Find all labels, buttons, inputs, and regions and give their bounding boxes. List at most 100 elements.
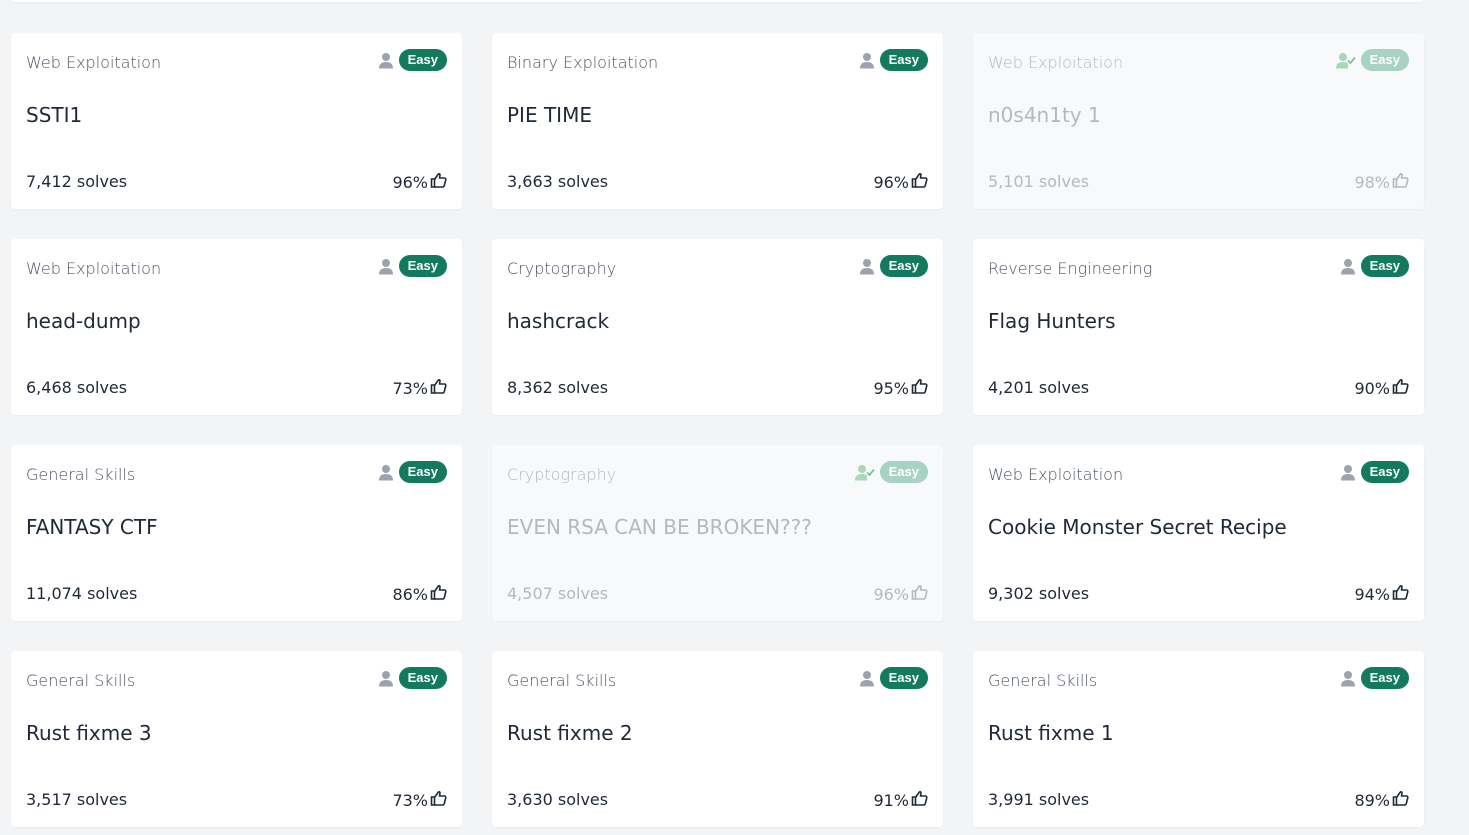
card-header-right: Easy <box>378 49 447 71</box>
thumbs-up-icon <box>1392 378 1409 398</box>
solve-count: 9,302 solves <box>988 584 1090 603</box>
card-header-right: Easy <box>1340 667 1409 689</box>
challenge-card[interactable]: Cryptography Easy hashcrack 8,362 solves… <box>492 239 943 415</box>
challenge-card[interactable]: Reverse Engineering Easy Flag Hunters 4,… <box>973 239 1424 415</box>
rating-percent: 94% <box>1354 584 1390 604</box>
difficulty-badge: Easy <box>879 461 928 483</box>
card-header-right: Easy <box>859 49 928 71</box>
challenge-card[interactable]: General Skills Easy Rust fixme 1 3,991 s… <box>973 651 1424 827</box>
challenge-card[interactable]: Web Exploitation Easy SSTI1 7,412 solves… <box>11 33 462 209</box>
rating: 94% <box>1354 584 1409 604</box>
challenge-title: PIE TIME <box>507 103 592 127</box>
rating: 95% <box>873 378 928 398</box>
rating: 90% <box>1354 378 1409 398</box>
difficulty-badge: Easy <box>398 255 447 277</box>
challenge-category: General Skills <box>26 671 136 690</box>
rating-percent: 98% <box>1354 172 1390 192</box>
user-check-icon <box>1335 52 1356 69</box>
challenge-category: Web Exploitation <box>988 53 1124 72</box>
solve-count: 3,663 solves <box>507 172 609 191</box>
card-header-right: Easy <box>1335 49 1409 71</box>
difficulty-badge: Easy <box>879 667 928 689</box>
rating: 96% <box>392 172 447 192</box>
solve-count: 6,468 solves <box>26 378 128 397</box>
card-header-right: Easy <box>854 461 928 483</box>
user-icon <box>378 670 394 687</box>
challenge-category: General Skills <box>507 671 617 690</box>
user-icon <box>859 258 875 275</box>
difficulty-badge: Easy <box>398 49 447 71</box>
solve-count: 5,101 solves <box>988 172 1090 191</box>
rating: 73% <box>392 790 447 810</box>
challenge-card[interactable]: Web Exploitation Easy head-dump 6,468 so… <box>11 239 462 415</box>
challenge-title: head-dump <box>26 309 141 333</box>
challenge-card[interactable]: Cryptography Easy EVEN RSA CAN BE BROKEN… <box>492 445 943 621</box>
user-icon <box>1340 258 1356 275</box>
user-icon <box>378 52 394 69</box>
challenge-category: General Skills <box>26 465 136 484</box>
rating-percent: 73% <box>392 790 428 810</box>
difficulty-badge: Easy <box>879 49 928 71</box>
rating: 73% <box>392 378 447 398</box>
thumbs-up-icon <box>911 584 928 604</box>
difficulty-badge: Easy <box>398 461 447 483</box>
challenge-title: Flag Hunters <box>988 309 1116 333</box>
solve-count: 4,507 solves <box>507 584 609 603</box>
card-header-right: Easy <box>859 667 928 689</box>
challenge-title: SSTI1 <box>26 103 83 127</box>
solve-count: 11,074 solves <box>26 584 138 603</box>
challenge-card[interactable]: Web Exploitation Easy Cookie Monster Sec… <box>973 445 1424 621</box>
difficulty-badge: Easy <box>879 255 928 277</box>
rating: 98% <box>1354 172 1409 192</box>
challenge-title: EVEN RSA CAN BE BROKEN??? <box>507 515 812 539</box>
challenge-title: n0s4n1ty 1 <box>988 103 1101 127</box>
thumbs-up-icon <box>911 172 928 192</box>
challenge-category: Reverse Engineering <box>988 259 1153 278</box>
solve-count: 4,201 solves <box>988 378 1090 397</box>
challenge-card[interactable]: General Skills Easy Rust fixme 3 3,517 s… <box>11 651 462 827</box>
rating-percent: 73% <box>392 378 428 398</box>
rating-percent: 90% <box>1354 378 1390 398</box>
solve-count: 3,517 solves <box>26 790 128 809</box>
card-header-right: Easy <box>859 255 928 277</box>
card-header-right: Easy <box>378 461 447 483</box>
challenge-title: Rust fixme 1 <box>988 721 1114 745</box>
challenge-title: Cookie Monster Secret Recipe <box>988 515 1287 539</box>
thumbs-up-icon <box>911 790 928 810</box>
challenge-card[interactable]: Binary Exploitation Easy PIE TIME 3,663 … <box>492 33 943 209</box>
thumbs-up-icon <box>430 790 447 810</box>
thumbs-up-icon <box>911 378 928 398</box>
challenge-category: Web Exploitation <box>26 53 162 72</box>
rating-percent: 95% <box>873 378 909 398</box>
rating-percent: 86% <box>392 584 428 604</box>
solve-count: 3,630 solves <box>507 790 609 809</box>
challenge-title: Rust fixme 3 <box>26 721 152 745</box>
rating: 96% <box>873 172 928 192</box>
challenge-card[interactable]: General Skills Easy FANTASY CTF 11,074 s… <box>11 445 462 621</box>
rating-percent: 96% <box>392 172 428 192</box>
challenge-category: Binary Exploitation <box>507 53 659 72</box>
challenge-title: FANTASY CTF <box>26 515 158 539</box>
thumbs-up-icon <box>1392 584 1409 604</box>
card-header-right: Easy <box>378 667 447 689</box>
challenge-card[interactable]: Web Exploitation Easy n0s4n1ty 1 5,101 s… <box>973 33 1424 209</box>
difficulty-badge: Easy <box>1360 461 1409 483</box>
challenge-category: Web Exploitation <box>988 465 1124 484</box>
user-icon <box>859 670 875 687</box>
previous-panel-edge <box>11 0 1424 2</box>
user-icon <box>1340 464 1356 481</box>
challenge-title: Rust fixme 2 <box>507 721 633 745</box>
rating-percent: 96% <box>873 584 909 604</box>
challenge-card[interactable]: General Skills Easy Rust fixme 2 3,630 s… <box>492 651 943 827</box>
rating: 91% <box>873 790 928 810</box>
thumbs-up-icon <box>430 172 447 192</box>
solve-count: 3,991 solves <box>988 790 1090 809</box>
user-check-icon <box>854 464 875 481</box>
difficulty-badge: Easy <box>1360 49 1409 71</box>
card-header-right: Easy <box>378 255 447 277</box>
thumbs-up-icon <box>430 584 447 604</box>
challenge-category: Cryptography <box>507 465 617 484</box>
thumbs-up-icon <box>1392 172 1409 192</box>
rating-percent: 96% <box>873 172 909 192</box>
rating-percent: 89% <box>1354 790 1390 810</box>
